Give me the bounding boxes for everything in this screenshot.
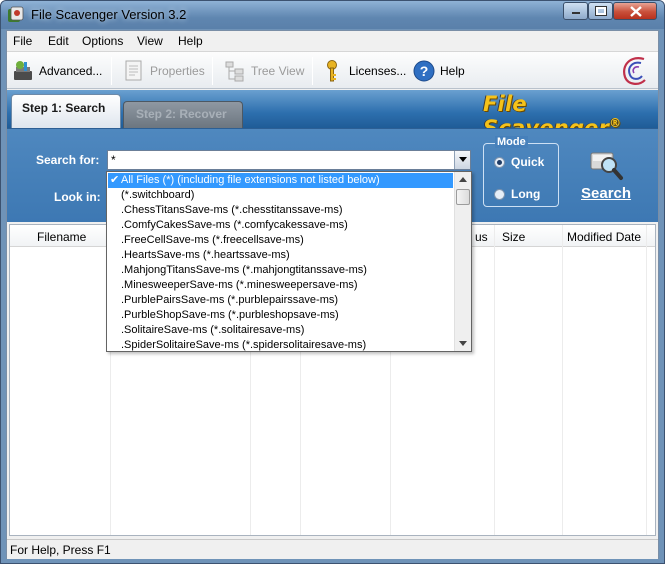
toolbar-separator bbox=[212, 57, 213, 85]
properties-label: Properties bbox=[150, 64, 205, 78]
mode-quick-label[interactable]: Quick bbox=[511, 155, 544, 169]
scroll-down-icon[interactable] bbox=[459, 341, 467, 346]
help-icon: ? bbox=[412, 59, 436, 83]
status-bar: For Help, Press F1 bbox=[7, 539, 658, 559]
mode-title: Mode bbox=[495, 136, 528, 148]
dropdown-scrollbar[interactable] bbox=[454, 172, 471, 351]
dropdown-item-label: .HeartsSave-ms (*.heartssave-ms) bbox=[121, 249, 290, 261]
menu-options[interactable]: Options bbox=[82, 34, 123, 48]
dropdown-item-label: .SolitaireSave-ms (*.solitairesave-ms) bbox=[121, 324, 305, 336]
help-label: Help bbox=[440, 64, 465, 78]
dropdown-item[interactable]: .SolitaireSave-ms (*.solitairesave-ms) bbox=[108, 323, 453, 338]
menu-edit[interactable]: Edit bbox=[48, 34, 69, 48]
grid-line bbox=[494, 225, 495, 535]
column-size[interactable]: Size bbox=[502, 230, 525, 244]
svg-text:?: ? bbox=[420, 63, 429, 79]
combobox-dropdown-button[interactable] bbox=[454, 151, 470, 169]
step-banner: Step 1: Search Step 2: Recover File Scav… bbox=[7, 90, 658, 140]
app-window: File Scavenger Version 3.2 File Edit Opt… bbox=[0, 0, 665, 564]
column-modified-date[interactable]: Modified Date bbox=[567, 230, 641, 244]
close-button[interactable] bbox=[613, 2, 657, 20]
dropdown-item[interactable]: .PurblePairsSave-ms (*.purblepairssave-m… bbox=[108, 293, 453, 308]
dropdown-item-label: .MinesweeperSave-ms (*.minesweepersave-m… bbox=[121, 279, 358, 291]
toolbar-separator bbox=[312, 57, 313, 85]
status-text: For Help, Press F1 bbox=[10, 543, 111, 557]
column-filename[interactable]: Filename bbox=[37, 230, 86, 244]
look-in-label: Look in: bbox=[54, 190, 101, 204]
dropdown-item-label: .SpiderSolitaireSave-ms (*.spidersolitai… bbox=[121, 339, 367, 351]
dropdown-item[interactable]: .ChessTitansSave-ms (*.chesstitanssave-m… bbox=[108, 203, 453, 218]
properties-button[interactable]: Properties bbox=[122, 57, 205, 85]
dropdown-item-label: .ComfyCakesSave-ms (*.comfycakessave-ms) bbox=[121, 219, 348, 231]
dropdown-item[interactable]: .HeartsSave-ms (*.heartssave-ms) bbox=[108, 248, 453, 263]
chevron-down-icon bbox=[459, 157, 467, 162]
dropdown-item-label: .FreeCellSave-ms (*.freecellsave-ms) bbox=[121, 234, 304, 246]
toolbar: Advanced... Properties Tree View License… bbox=[7, 51, 658, 89]
dropdown-item-label: All Files (*) (including file extensions… bbox=[121, 174, 380, 186]
dropdown-item[interactable]: .PurbleShopSave-ms (*.purbleshopsave-ms) bbox=[108, 308, 453, 323]
mode-quick-radio[interactable] bbox=[494, 157, 505, 168]
magnifier-icon bbox=[590, 152, 623, 180]
tab-step2-recover[interactable]: Step 2: Recover bbox=[123, 101, 243, 128]
minimize-button[interactable] bbox=[563, 2, 588, 20]
menu-help[interactable]: Help bbox=[178, 34, 203, 48]
dropdown-item-label: .PurblePairsSave-ms (*.purblepairssave-m… bbox=[121, 294, 339, 306]
dropdown-item-label: .PurbleShopSave-ms (*.purbleshopsave-ms) bbox=[121, 309, 339, 321]
search-for-combobox[interactable]: * bbox=[107, 150, 471, 170]
search-button-label: Search bbox=[581, 185, 632, 202]
dropdown-item[interactable]: .MinesweeperSave-ms (*.minesweepersave-m… bbox=[108, 278, 453, 293]
mode-long-radio[interactable] bbox=[494, 189, 505, 200]
app-icon bbox=[8, 6, 24, 22]
dropdown-item-label: (*.switchboard) bbox=[121, 189, 195, 201]
window-title: File Scavenger Version 3.2 bbox=[31, 7, 187, 22]
search-button[interactable]: Search bbox=[573, 147, 643, 209]
dropdown-item[interactable]: .MahjongTitansSave-ms (*.mahjongtitanssa… bbox=[108, 263, 453, 278]
maximize-button[interactable] bbox=[588, 2, 613, 20]
company-logo-icon bbox=[623, 57, 646, 85]
tab-step1-search[interactable]: Step 1: Search bbox=[11, 94, 121, 128]
checkmark-icon: ✔ bbox=[110, 174, 120, 186]
tree-view-icon bbox=[223, 59, 247, 83]
menu-file[interactable]: File bbox=[13, 34, 32, 48]
dropdown-item[interactable]: .ComfyCakesSave-ms (*.comfycakessave-ms) bbox=[108, 218, 453, 233]
dropdown-item-label: .ChessTitansSave-ms (*.chesstitanssave-m… bbox=[121, 204, 343, 216]
dropdown-item[interactable]: .FreeCellSave-ms (*.freecellsave-ms) bbox=[108, 233, 453, 248]
advanced-button[interactable]: Advanced... bbox=[11, 57, 102, 85]
search-for-dropdown-list[interactable]: ✔ All Files (*) (including file extension… bbox=[106, 171, 472, 352]
dropdown-item[interactable]: (*.switchboard) bbox=[108, 188, 453, 203]
dropdown-item[interactable]: ✔ All Files (*) (including file extension… bbox=[108, 173, 453, 188]
grid-line bbox=[562, 225, 563, 535]
search-for-value: * bbox=[111, 153, 116, 167]
toolbar-separator bbox=[111, 57, 112, 85]
licenses-button[interactable]: Licenses... bbox=[321, 57, 406, 85]
tree-view-label: Tree View bbox=[251, 64, 305, 78]
search-for-label: Search for: bbox=[36, 153, 100, 167]
tree-view-button[interactable]: Tree View bbox=[223, 57, 304, 85]
tools-icon bbox=[11, 59, 35, 83]
scroll-thumb[interactable] bbox=[456, 189, 470, 205]
licenses-label: Licenses... bbox=[349, 64, 407, 78]
key-icon bbox=[321, 59, 345, 83]
menu-bar: File Edit Options View Help bbox=[7, 31, 658, 51]
properties-icon bbox=[122, 59, 146, 83]
dropdown-item[interactable]: .SpiderSolitaireSave-ms (*.spidersolitai… bbox=[108, 338, 453, 351]
mode-group: Mode Quick Long bbox=[483, 136, 559, 207]
advanced-label: Advanced... bbox=[39, 64, 103, 78]
help-button[interactable]: ? Help bbox=[412, 57, 465, 85]
scroll-up-icon[interactable] bbox=[459, 177, 467, 182]
title-bar[interactable]: File Scavenger Version 3.2 bbox=[1, 1, 664, 29]
close-icon bbox=[630, 6, 642, 17]
mode-long-label[interactable]: Long bbox=[511, 187, 540, 201]
grid-line bbox=[646, 225, 647, 535]
column-status[interactable]: us bbox=[475, 230, 488, 244]
dropdown-item-label: .MahjongTitansSave-ms (*.mahjongtitanssa… bbox=[121, 264, 367, 276]
menu-view[interactable]: View bbox=[137, 34, 163, 48]
